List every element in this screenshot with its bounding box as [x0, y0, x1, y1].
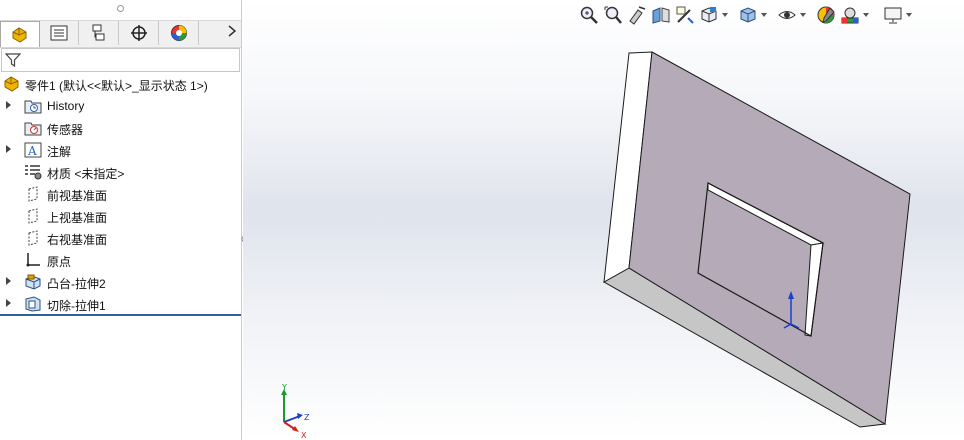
tree-item-sensors[interactable]: 传感器 — [0, 117, 241, 139]
boss-extrude-icon — [25, 274, 41, 290]
reference-triad: Y Z X — [281, 384, 310, 440]
expand-arrow-icon[interactable] — [6, 101, 11, 109]
tree-item-label: 切除-拉伸1 — [47, 299, 106, 313]
display-manager-tab[interactable] — [160, 21, 199, 45]
configurationmanager-tab[interactable] — [80, 21, 119, 45]
tree-filter-input[interactable] — [1, 48, 240, 72]
color-wheel-icon — [171, 25, 187, 41]
propertymanager-tab[interactable] — [40, 21, 79, 45]
featuremanager-tab[interactable] — [0, 21, 40, 47]
graphics-area[interactable]: Y Z X — [243, 0, 964, 440]
tree-item-history[interactable]: History — [0, 95, 241, 117]
tree-item-label: 原点 — [47, 255, 72, 269]
panel-grip[interactable] — [0, 0, 241, 16]
feature-tree: 零件1 (默认<<默认>_显示状态 1>) History 传感器 A 注解 材… — [0, 73, 241, 315]
annotations-icon: A — [24, 142, 42, 158]
dimxpert-tab[interactable] — [120, 21, 159, 45]
tree-item-label: 上视基准面 — [47, 211, 108, 225]
triad-x-label: X — [301, 431, 307, 440]
tree-item-cut-extrude1[interactable]: 切除-拉伸1 — [0, 293, 241, 315]
expand-arrow-icon[interactable] — [6, 277, 11, 285]
sensor-folder-icon — [24, 122, 42, 136]
cut-extrude-icon — [25, 296, 41, 312]
tree-item-label: 传感器 — [47, 123, 84, 137]
tree-item-top-plane[interactable]: 上视基准面 — [0, 205, 241, 227]
tree-item-right-plane[interactable]: 右视基准面 — [0, 227, 241, 249]
tree-item-material[interactable]: 材质 <未指定> — [0, 161, 241, 183]
more-tabs-chevron-icon[interactable] — [227, 24, 237, 42]
origin-icon — [26, 253, 40, 267]
panel-tab-bar — [0, 20, 241, 48]
tree-item-label: 右视基准面 — [47, 233, 108, 247]
plane-icon — [28, 208, 38, 224]
rollback-bar[interactable] — [0, 314, 241, 316]
property-list-icon — [50, 25, 68, 41]
plane-icon — [28, 230, 38, 246]
feature-manager-panel: 零件1 (默认<<默认>_显示状态 1>) History 传感器 A 注解 材… — [0, 0, 242, 440]
part-icon — [4, 76, 19, 92]
filter-icon — [5, 53, 21, 68]
tree-item-origin[interactable]: 原点 — [0, 249, 241, 271]
tree-item-label: 前视基准面 — [47, 189, 108, 203]
svg-text:A: A — [27, 144, 37, 158]
triad-y-label: Y — [281, 384, 287, 392]
part-model[interactable] — [243, 0, 964, 440]
history-folder-icon — [24, 100, 42, 114]
configuration-icon — [92, 24, 105, 41]
tree-item-front-plane[interactable]: 前视基准面 — [0, 183, 241, 205]
tree-item-boss-extrude2[interactable]: 凸台-拉伸2 — [0, 271, 241, 293]
tree-item-label: 材质 <未指定> — [47, 167, 125, 181]
plane-icon — [28, 186, 38, 202]
tree-item-label: History — [47, 99, 85, 113]
tree-root-label: 零件1 (默认<<默认>_显示状态 1>) — [25, 79, 208, 93]
material-icon — [25, 165, 42, 180]
triad-z-label: Z — [304, 413, 310, 422]
tree-item-annotations[interactable]: A 注解 — [0, 139, 241, 161]
expand-arrow-icon[interactable] — [6, 145, 11, 153]
tree-root-part[interactable]: 零件1 (默认<<默认>_显示状态 1>) — [0, 73, 241, 95]
part-tree-icon — [12, 26, 27, 43]
tree-item-label: 凸台-拉伸2 — [47, 277, 106, 291]
expand-arrow-icon[interactable] — [6, 299, 11, 307]
crosshair-icon — [131, 25, 147, 41]
tree-item-label: 注解 — [47, 145, 72, 159]
